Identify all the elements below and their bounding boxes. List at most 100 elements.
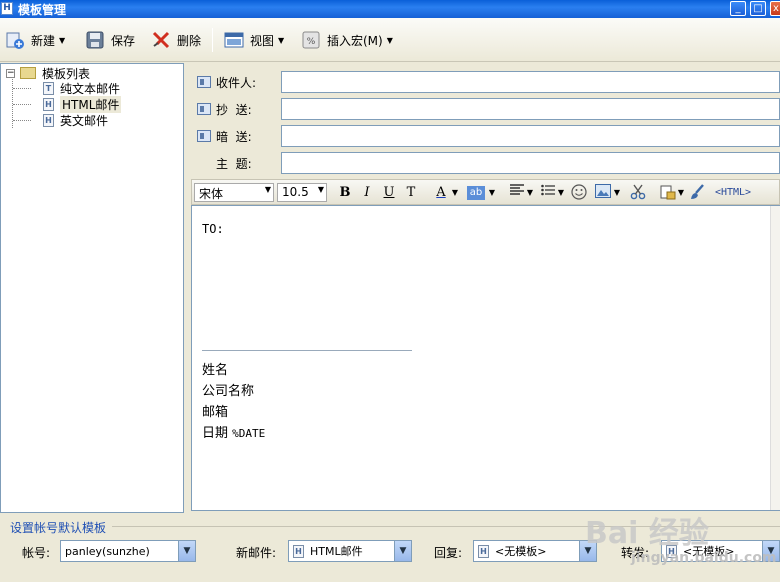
signature-company: 公司名称 [202, 384, 255, 399]
new-mail-template-select[interactable]: H HTML邮件 ▼ [288, 540, 412, 562]
chevron-down-icon[interactable]: ▼ [556, 184, 566, 202]
folder-icon [20, 67, 36, 79]
collapse-icon[interactable]: − [6, 68, 15, 78]
save-label: 保存 [111, 33, 136, 48]
tree-item-html[interactable]: H HTML邮件 [43, 95, 122, 113]
emoticon-icon[interactable] [570, 184, 588, 202]
to-row: 收件人: [189, 70, 780, 94]
subject-label: 主 题: [216, 157, 252, 171]
save-icon [85, 30, 105, 50]
clear-format-icon[interactable] [688, 184, 706, 202]
window-title: 模板管理 [18, 3, 67, 17]
scissors-icon[interactable] [629, 184, 647, 202]
cc-input[interactable] [281, 98, 780, 120]
insert-macro-button[interactable]: % 插入宏(M) ▼ [301, 29, 393, 51]
new-button[interactable]: 新建 ▼ [5, 29, 65, 51]
chevron-down-icon: ▼ [264, 185, 271, 194]
signature-date-label: 日期 [202, 426, 229, 441]
delete-label: 删除 [177, 33, 202, 48]
new-mail-label: 新邮件: [236, 546, 277, 560]
tree-item-plain-text[interactable]: T 纯文本邮件 [43, 80, 120, 96]
text-doc-icon: T [43, 81, 54, 95]
delete-button[interactable]: 删除 [151, 29, 201, 51]
html-doc-icon: H [43, 97, 54, 111]
toolbar-divider [212, 28, 213, 52]
watermark-logo: Bai 经验 [585, 516, 709, 551]
tree-connector [13, 88, 31, 89]
html-doc-icon: H [43, 113, 54, 127]
close-button[interactable]: x [770, 1, 780, 16]
font-size-value: 10.5 [282, 185, 309, 199]
chevron-down-icon[interactable]: ▼ [525, 184, 535, 202]
tree-connector [13, 120, 31, 121]
subject-row: 主 题: [189, 151, 780, 175]
address-book-icon[interactable] [197, 130, 211, 142]
chevron-down-icon[interactable]: ▼ [676, 184, 686, 202]
reply-value: <无模板> [495, 545, 547, 558]
message-editor[interactable]: TO: 姓名 公司名称 邮箱 日期 %DATE [191, 205, 780, 511]
align-icon[interactable] [508, 184, 526, 202]
view-button[interactable]: 视图 ▼ [224, 29, 284, 51]
editor-scrollbar[interactable] [770, 206, 780, 510]
strikethrough-button[interactable]: T [403, 184, 419, 202]
reply-template-select[interactable]: H <无模板> ▼ [473, 540, 597, 562]
tree-item-label: 英文邮件 [60, 113, 109, 128]
chevron-down-icon[interactable]: ▼ [394, 541, 411, 561]
tree-item-english[interactable]: H 英文邮件 [43, 112, 108, 128]
subject-input[interactable] [281, 152, 780, 174]
address-book-icon[interactable] [197, 103, 211, 115]
tree-item-label: 纯文本邮件 [60, 81, 121, 96]
macro-icon: % [301, 30, 321, 50]
signature-date: 日期 %DATE [202, 422, 265, 441]
editor-toolbar: 宋体 ▼ 10.5 ▼ B I U T A ▼ ab ▼ ▼ ▼ ▼ ▼ <HT… [191, 179, 780, 205]
bold-button[interactable]: B [337, 184, 353, 202]
chevron-down-icon[interactable]: ▼ [487, 184, 497, 202]
template-tree: − 模板列表 T 纯文本邮件 H HTML邮件 H 英文邮件 [0, 63, 184, 513]
html-doc-icon: H [293, 544, 304, 558]
account-select[interactable]: panley(sunzhe) ▼ [60, 540, 196, 562]
cc-label: 抄 送: [216, 103, 252, 117]
title-bar: H 模板管理 _ □ x [0, 0, 780, 18]
chevron-down-icon: ▼ [278, 35, 285, 45]
list-icon[interactable] [539, 184, 557, 202]
insert-object-icon[interactable] [659, 184, 677, 202]
address-book-icon[interactable] [197, 76, 211, 88]
bcc-input[interactable] [281, 125, 780, 147]
signature-divider [202, 350, 412, 351]
minimize-button[interactable]: _ [730, 1, 746, 16]
insert-macro-label: 插入宏(M) [327, 33, 383, 48]
app-icon: H [1, 2, 13, 15]
font-size-select[interactable]: 10.5 ▼ [277, 183, 327, 202]
cc-row: 抄 送: [189, 97, 780, 121]
highlight-button[interactable]: ab [467, 186, 485, 200]
editor-to-line: TO: [202, 222, 224, 236]
new-doc-icon [5, 30, 25, 50]
signature-email: 邮箱 [202, 405, 229, 420]
save-button[interactable]: 保存 [85, 29, 135, 51]
main-toolbar: 新建 ▼ 保存 删除 视图 ▼ % 插入宏(M) ▼ [0, 18, 780, 62]
chevron-down-icon[interactable]: ▼ [612, 184, 622, 202]
font-color-button[interactable]: A [433, 184, 449, 202]
underline-button[interactable]: U [381, 184, 397, 202]
html-doc-icon: H [478, 544, 489, 558]
baidu-watermark: Bai 经验 jingyan.baidu.com [585, 498, 780, 582]
template-manager-window: H 模板管理 _ □ x 新建 ▼ 保存 删除 视图 ▼ % 插入宏(M) ▼ … [0, 0, 780, 582]
group-title: 设置帐号默认模板 [10, 521, 107, 535]
chevron-down-icon[interactable]: ▼ [59, 36, 65, 45]
italic-button[interactable]: I [359, 184, 375, 202]
html-source-button[interactable]: <HTML> [712, 184, 754, 202]
to-input[interactable] [281, 71, 780, 93]
font-family-select[interactable]: 宋体 ▼ [194, 183, 274, 202]
chevron-down-icon[interactable]: ▼ [178, 541, 195, 561]
svg-text:%: % [307, 37, 316, 47]
tree-item-label: HTML邮件 [60, 95, 122, 113]
chevron-down-icon[interactable]: ▼ [450, 184, 460, 202]
new-label: 新建 [31, 33, 56, 48]
view-label: 视图 [250, 33, 275, 48]
reply-label: 回复: [434, 546, 463, 560]
bcc-row: 暗 送: [189, 124, 780, 148]
tree-connector [13, 104, 31, 105]
chevron-down-icon: ▼ [317, 185, 324, 194]
maximize-button[interactable]: □ [750, 1, 766, 16]
image-icon[interactable] [594, 184, 612, 202]
